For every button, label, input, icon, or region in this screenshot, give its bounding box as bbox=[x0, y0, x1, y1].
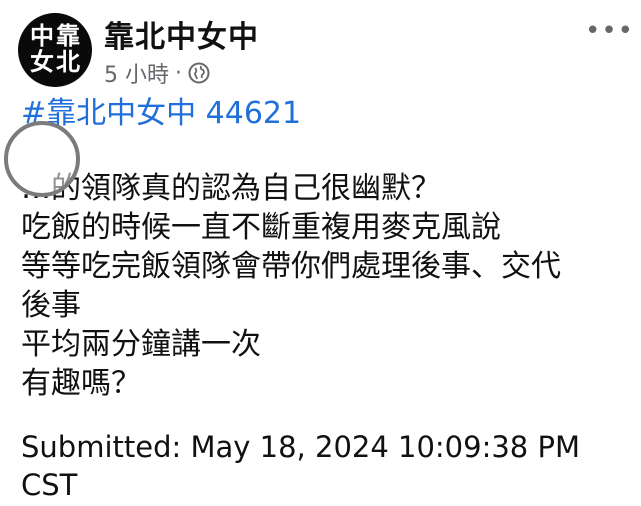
avatar-char: 北 bbox=[56, 47, 80, 76]
submitted-line: CST bbox=[21, 468, 78, 502]
avatar-char: 女 bbox=[30, 47, 54, 76]
body-line: 後事 bbox=[21, 288, 81, 323]
post-timestamp[interactable]: 5 小時 bbox=[104, 57, 169, 89]
avatar-char: 中 bbox=[30, 21, 54, 50]
globe-icon[interactable] bbox=[188, 62, 210, 84]
body-line: 有趣嗎？ bbox=[21, 366, 141, 401]
post-header: 中 靠 女 北 靠北中女中 5 小時 · ••• bbox=[0, 0, 641, 100]
post-body: …的領隊真的認為自己很幽默？ 吃飯的時候一直不斷重複用麥克風說 等等吃完飯領隊會… bbox=[21, 169, 631, 403]
body-line: 等等吃完飯領隊會帶你們處理後事、交代 bbox=[21, 249, 561, 284]
avatar[interactable]: 中 靠 女 北 bbox=[18, 13, 92, 87]
submitted-line: Submitted: May 18, 2024 10:09:38 PM bbox=[21, 430, 580, 464]
meta-separator: · bbox=[175, 60, 182, 86]
body-line: 吃飯的時候一直不斷重複用麥克風說 bbox=[21, 210, 501, 245]
post-meta: 5 小時 · bbox=[104, 57, 210, 89]
page-name[interactable]: 靠北中女中 bbox=[104, 12, 259, 56]
submitted-text: Submitted: May 18, 2024 10:09:38 PM CST bbox=[21, 428, 621, 504]
touch-indicator bbox=[4, 121, 80, 197]
avatar-char: 靠 bbox=[56, 21, 80, 50]
body-line: 平均兩分鐘講一次 bbox=[21, 327, 261, 362]
hashtag-link[interactable]: #靠北中女中 44621 bbox=[21, 88, 301, 132]
body-line: …的領隊真的認為自己很幽默？ bbox=[21, 171, 441, 206]
more-options-icon[interactable]: ••• bbox=[585, 16, 634, 46]
